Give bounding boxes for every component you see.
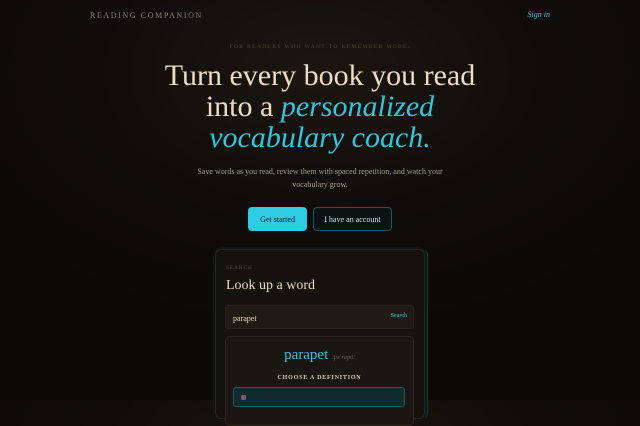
result-pronunciation: /pəˈrapɪt/: [332, 355, 355, 361]
search-box: Search: [225, 305, 414, 329]
search-button[interactable]: Search: [391, 313, 407, 319]
hero-subtitle: Save words as you read, review them with…: [197, 167, 443, 189]
top-bar: READING COMPANION Sign in: [0, 0, 640, 32]
headline-line-1: Turn every book you read: [164, 59, 476, 92]
search-input[interactable]: [233, 312, 373, 324]
headline-accent-line-2: personalized: [280, 90, 435, 123]
definition-option[interactable]: [233, 387, 405, 407]
card-title: Look up a word: [226, 278, 316, 293]
result-word: parapet: [284, 347, 329, 363]
sign-in-link[interactable]: Sign in: [528, 10, 550, 19]
choose-definition-label: CHOOSE A DEFINITION: [277, 375, 362, 381]
word-result-panel: parapet/pəˈrapɪt/ CHOOSE A DEFINITION: [225, 336, 414, 426]
have-account-button[interactable]: I have an account: [313, 207, 392, 231]
brand-logo: READING COMPANION: [90, 11, 203, 20]
lookup-card: SEARCH Look up a word Search parapet/pəˈ…: [215, 249, 425, 426]
hero-headline: Turn every book you read into a personal…: [0, 60, 640, 153]
card-section-label: SEARCH: [226, 266, 253, 271]
result-word-heading: parapet/pəˈrapɪt/: [226, 346, 413, 364]
hero-tagline: FOR READERS WHO WANT TO REMEMBER MORE.: [229, 44, 411, 50]
get-started-button[interactable]: Get started: [248, 207, 307, 231]
headline-line-2-prefix: into a: [205, 90, 281, 123]
option-marker-icon: [241, 395, 246, 400]
headline-accent-line-3: vocabulary coach.: [209, 121, 431, 154]
